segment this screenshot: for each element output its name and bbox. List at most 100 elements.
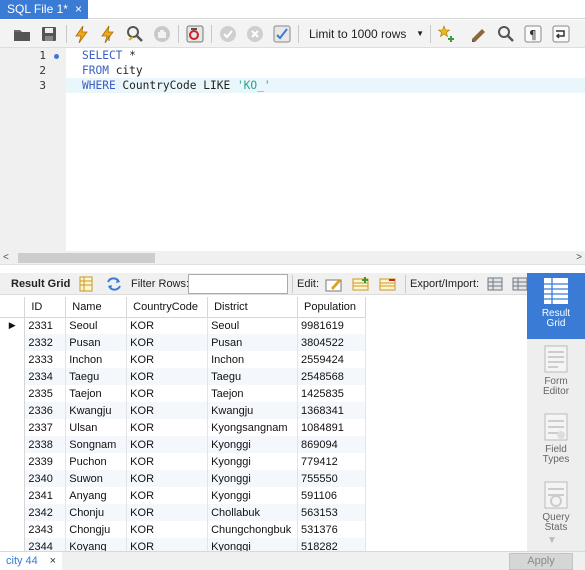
sidebar-item-field-types[interactable]: Field Types [527,413,585,471]
grid-cell[interactable]: KOR [126,334,209,351]
grid-cell[interactable]: 2337 [24,419,67,436]
grid-cell[interactable]: Kwangju [207,402,299,419]
find-icon[interactable] [496,24,516,44]
grid-cell[interactable]: 1084891 [297,419,366,436]
grid-cell[interactable]: Kyonggi [207,487,299,504]
open-folder-icon[interactable] [12,24,32,44]
grid-layout-icon[interactable] [76,274,96,294]
execute-current-icon[interactable]: I [98,24,118,44]
grid-cell[interactable]: Pusan [207,334,299,351]
delete-row-icon[interactable] [378,274,398,294]
table-row[interactable]: 2333 Inchon KOR Inchon 2559424 [0,351,366,368]
grid-cell[interactable]: 869094 [297,436,366,453]
grid-cell[interactable]: 2343 [24,521,67,538]
column-header[interactable]: CountryCode [126,297,209,318]
row-header[interactable] [0,521,26,538]
autocommit-icon[interactable] [272,24,292,44]
scroll-left-icon[interactable]: < [3,251,9,265]
grid-cell[interactable]: KOR [126,453,209,470]
grid-cell[interactable]: 2331 [24,317,67,334]
grid-cell[interactable]: Puchon [65,453,128,470]
grid-cell[interactable]: KOR [126,351,209,368]
edit-row-icon[interactable] [324,274,344,294]
grid-cell[interactable]: Seoul [207,317,299,334]
grid-cell[interactable]: Taegu [65,368,128,385]
grid-cell[interactable]: KOR [126,538,209,551]
grid-cell[interactable]: Inchon [65,351,128,368]
grid-cell[interactable]: Anyang [65,487,128,504]
grid-cell[interactable]: Chongju [65,521,128,538]
grid-cell[interactable]: Seoul [65,317,128,334]
apply-button[interactable]: Apply [509,553,573,570]
invisible-chars-icon[interactable]: ¶ [523,24,543,44]
grid-cell[interactable]: Inchon [207,351,299,368]
row-header[interactable] [0,470,26,487]
grid-cell[interactable]: Kyongsangnam [207,419,299,436]
grid-cell[interactable]: 2548568 [297,368,366,385]
sql-file-tab[interactable]: SQL File 1* × [0,0,88,19]
row-header[interactable] [0,504,26,521]
brush-icon[interactable] [469,24,489,44]
grid-cell[interactable]: 2334 [24,368,67,385]
row-header[interactable] [0,385,26,402]
column-header[interactable]: Population [297,297,366,318]
grid-cell[interactable]: Chungchongbuk [207,521,299,538]
grid-cell[interactable]: KOR [126,317,209,334]
rollback-icon[interactable] [245,24,265,44]
grid-cell[interactable]: KOR [126,385,209,402]
table-row[interactable]: 2344 Koyang KOR Kyonggi 518282 [0,538,366,551]
grid-cell[interactable]: Chonju [65,504,128,521]
grid-cell[interactable]: 2335 [24,385,67,402]
limit-rows-select[interactable]: Limit to 1000 rows ▼ [304,24,426,44]
grid-cell[interactable]: 2559424 [297,351,366,368]
table-row[interactable]: 2337 Ulsan KOR Kyongsangnam 1084891 [0,419,366,436]
column-header[interactable]: Name [65,297,128,318]
insert-row-icon[interactable] [351,274,371,294]
grid-cell[interactable]: Kyonggi [207,453,299,470]
sidebar-item-form-editor[interactable]: Form Editor [527,345,585,403]
beautify-icon[interactable] [437,24,457,44]
grid-cell[interactable]: 2338 [24,436,67,453]
table-row[interactable]: 2340 Suwon KOR Kyonggi 755550 [0,470,366,487]
grid-cell[interactable]: KOR [126,436,209,453]
grid-cell[interactable]: KOR [126,402,209,419]
stop-icon[interactable] [152,24,172,44]
table-row[interactable]: 2342 Chonju KOR Chollabuk 563153 [0,504,366,521]
table-row[interactable]: 2338 Songnam KOR Kyonggi 869094 [0,436,366,453]
table-row[interactable]: 2341 Anyang KOR Kyonggi 591106 [0,487,366,504]
table-row[interactable]: 2339 Puchon KOR Kyonggi 779412 [0,453,366,470]
result-tab[interactable]: city 44 × [0,552,62,570]
filter-rows-input[interactable] [188,274,288,294]
row-header[interactable] [0,402,26,419]
grid-cell[interactable]: 2341 [24,487,67,504]
grid-cell[interactable]: Songnam [65,436,128,453]
grid-cell[interactable]: 563153 [297,504,366,521]
export-icon[interactable] [485,274,505,294]
grid-cell[interactable]: 1368341 [297,402,366,419]
grid-cell[interactable]: Taegu [207,368,299,385]
grid-cell[interactable]: 779412 [297,453,366,470]
scroll-right-icon[interactable]: > [576,251,582,265]
grid-cell[interactable]: Ulsan [65,419,128,436]
grid-cell[interactable]: Kwangju [65,402,128,419]
column-header[interactable]: District [207,297,299,318]
refresh-icon[interactable] [104,274,124,294]
grid-cell[interactable]: Taejon [65,385,128,402]
grid-cell[interactable]: KOR [126,487,209,504]
row-header[interactable] [0,436,26,453]
sidebar-more-icon[interactable]: ▼ [547,535,557,546]
grid-cell[interactable]: 2332 [24,334,67,351]
save-icon[interactable] [39,24,59,44]
grid-cell[interactable]: 2344 [24,538,67,551]
grid-cell[interactable]: 9981619 [297,317,366,334]
close-result-tab-icon[interactable]: × [50,552,56,570]
commit-icon[interactable] [218,24,238,44]
grid-cell[interactable]: 591106 [297,487,366,504]
row-header[interactable] [0,351,26,368]
result-grid[interactable]: ID Name CountryCode District Population … [0,297,366,551]
grid-cell[interactable]: Koyang [65,538,128,551]
toggle-error-icon[interactable] [185,24,205,44]
grid-cell[interactable]: 3804522 [297,334,366,351]
grid-cell[interactable]: KOR [126,419,209,436]
row-header[interactable] [0,453,26,470]
